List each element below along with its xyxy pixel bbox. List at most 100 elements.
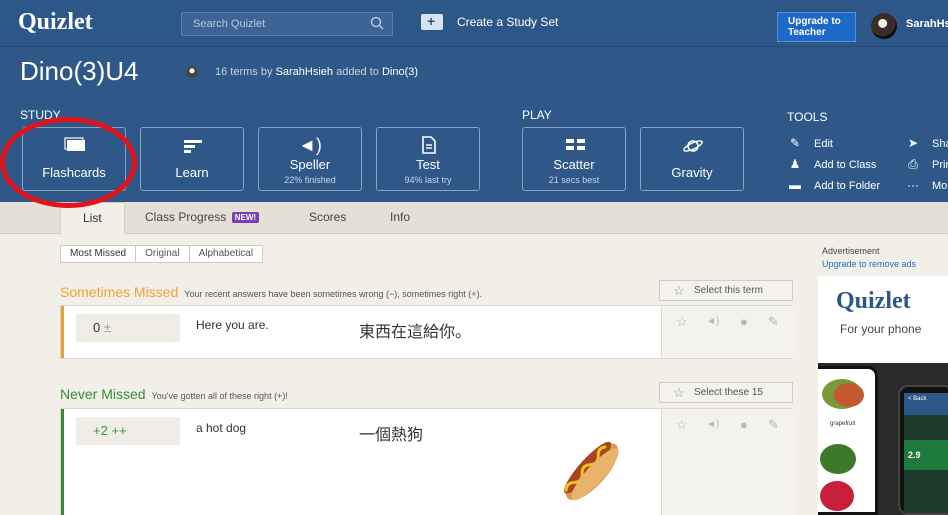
select-this-term-button[interactable]: ☆ Select this term <box>659 280 793 301</box>
scatter-button[interactable]: Scatter 21 secs best <box>522 127 626 191</box>
more-dots-icon: ··· <box>907 178 919 192</box>
ad-tagline: For your phone <box>840 322 922 336</box>
audio-icon[interactable]: ◄) <box>706 419 719 430</box>
more-label: More <box>932 180 948 192</box>
speller-progress: 22% finished <box>284 175 336 185</box>
learn-button[interactable]: Learn <box>140 127 244 191</box>
sometimes-missed-title: Sometimes Missed <box>60 284 179 300</box>
test-label: Test <box>416 157 440 172</box>
username[interactable]: SarahHsieh <box>906 18 948 30</box>
upgrade-teacher-button[interactable]: Upgrade to Teacher <box>777 12 856 42</box>
star-icon[interactable]: ☆ <box>676 417 688 433</box>
share-tool[interactable]: ➤ Share <box>906 136 948 150</box>
ad-phones-image: grapefruit < Back 2.9 <box>818 363 948 515</box>
folder-icon: ▬ <box>789 178 801 192</box>
phone-image: < Back 2.9 <box>898 385 948 515</box>
term-card: +2 ++ a hot dog 一個熱狗 ☆ ◄) ● ✎ <box>60 408 794 515</box>
phone-image: grapefruit <box>818 366 878 515</box>
speller-button[interactable]: ◄) Speller 22% finished <box>258 127 362 191</box>
author-link[interactable]: SarahHsieh <box>276 66 333 78</box>
speller-label: Speller <box>289 157 331 172</box>
gravity-button[interactable]: Gravity <box>640 127 744 191</box>
never-missed-desc: You've gotten all of these right (+)! <box>151 391 288 401</box>
edit-label: Edit <box>814 138 833 150</box>
print-label: Print <box>932 159 948 171</box>
scatter-label: Scatter <box>553 157 595 172</box>
microphone-icon[interactable]: ● <box>740 314 748 329</box>
star-icon: ☆ <box>673 385 685 400</box>
star-icon: ☆ <box>673 283 685 298</box>
select-term-label: Select this term <box>694 285 763 296</box>
pencil-icon[interactable]: ✎ <box>768 314 779 330</box>
hotdog-image <box>563 441 619 501</box>
term-actions: ☆ ◄) ● ✎ <box>661 409 794 515</box>
gravity-label: Gravity <box>671 165 713 180</box>
flashcards-icon <box>64 137 85 151</box>
sometimes-missed-desc: Your recent answers have been sometimes … <box>184 289 483 299</box>
phone-back-label: < Back <box>904 393 948 415</box>
tab-scores[interactable]: Scores <box>309 202 346 234</box>
set-header: Dino(3)U4 16 terms by SarahHsieh added t… <box>0 47 948 202</box>
user-avatar[interactable] <box>871 13 897 39</box>
tab-info[interactable]: Info <box>390 202 410 234</box>
advertisement[interactable]: Quizlet For your phone grapefruit < Back… <box>818 276 948 515</box>
never-missed-title: Never Missed <box>60 386 146 402</box>
edit-tool[interactable]: ✎ Edit <box>788 136 833 150</box>
test-button[interactable]: Test 94% last try <box>376 127 480 191</box>
tab-list[interactable]: List <box>60 202 125 234</box>
ad-logo: Quizlet <box>836 288 911 314</box>
score-marks: ± <box>103 320 111 335</box>
sort-most-missed[interactable]: Most Missed <box>61 246 137 262</box>
phone-value: 2.9 <box>904 440 948 470</box>
people-icon: ♟ <box>789 157 801 171</box>
remove-ads-link[interactable]: Upgrade to remove ads <box>822 259 916 269</box>
term-word: Here you are. <box>196 318 269 332</box>
add-class-label: Add to Class <box>814 159 877 171</box>
select-these-button[interactable]: ☆ Select these 15 <box>659 382 793 403</box>
ad-label: Advertisement <box>822 246 880 256</box>
author-avatar <box>186 66 198 78</box>
sort-original[interactable]: Original <box>136 246 190 262</box>
study-label: STUDY <box>20 108 61 122</box>
score-marks: ++ <box>111 423 127 438</box>
search-input[interactable] <box>182 13 362 35</box>
term-actions: ☆ ◄) ● ✎ <box>661 306 794 358</box>
add-to-folder-tool[interactable]: ▬ Add to Folder <box>788 178 880 192</box>
sometimes-missed-heading: Sometimes Missed Your recent answers have… <box>60 284 482 300</box>
document-icon <box>422 136 436 154</box>
set-meta: 16 terms by SarahHsieh added to Dino(3) <box>215 66 418 78</box>
more-tool[interactable]: ··· More <box>906 178 948 192</box>
tools-label: TOOLS <box>787 110 828 124</box>
status-bar <box>61 409 64 515</box>
star-icon[interactable]: ☆ <box>676 314 688 330</box>
search-box[interactable] <box>181 12 393 36</box>
flashcards-button[interactable]: Flashcards <box>22 127 126 191</box>
search-icon[interactable] <box>370 16 384 30</box>
create-label: Create a Study Set <box>457 15 559 29</box>
set-title: Dino(3)U4 <box>20 56 139 86</box>
score-value: 0 <box>93 320 101 335</box>
quizlet-logo[interactable]: Quizlet <box>18 9 93 36</box>
printer-icon: ⎙ <box>908 157 918 171</box>
microphone-icon[interactable]: ● <box>740 417 748 432</box>
new-badge: NEW! <box>231 212 260 224</box>
scatter-best: 21 secs best <box>548 175 600 185</box>
print-tool[interactable]: ⎙ Print <box>906 157 948 172</box>
sort-alphabetical[interactable]: Alphabetical <box>190 246 262 262</box>
meta-added: added to <box>336 66 379 78</box>
flashcards-label: Flashcards <box>42 165 106 180</box>
top-navbar: Quizlet Create a Study Set Upgrade to Te… <box>0 0 948 47</box>
term-definition: 東西在這給你。 <box>359 322 472 341</box>
audio-icon[interactable]: ◄) <box>706 316 719 327</box>
term-score: +2 ++ <box>76 417 180 445</box>
share-arrow-icon: ➤ <box>907 136 919 150</box>
folder-link[interactable]: Dino(3) <box>382 66 418 78</box>
term-word: a hot dog <box>196 421 247 435</box>
score-value: +2 <box>93 423 108 438</box>
tab-class-progress[interactable]: Class Progress NEW! <box>145 202 260 234</box>
term-card: 0 ± Here you are. 東西在這給你。 ☆ ◄) ● ✎ <box>60 305 794 359</box>
create-study-set-button[interactable]: Create a Study Set <box>421 13 559 30</box>
class-progress-label: Class Progress <box>145 210 227 224</box>
add-to-class-tool[interactable]: ♟ Add to Class <box>788 157 877 171</box>
pencil-icon[interactable]: ✎ <box>768 417 779 433</box>
